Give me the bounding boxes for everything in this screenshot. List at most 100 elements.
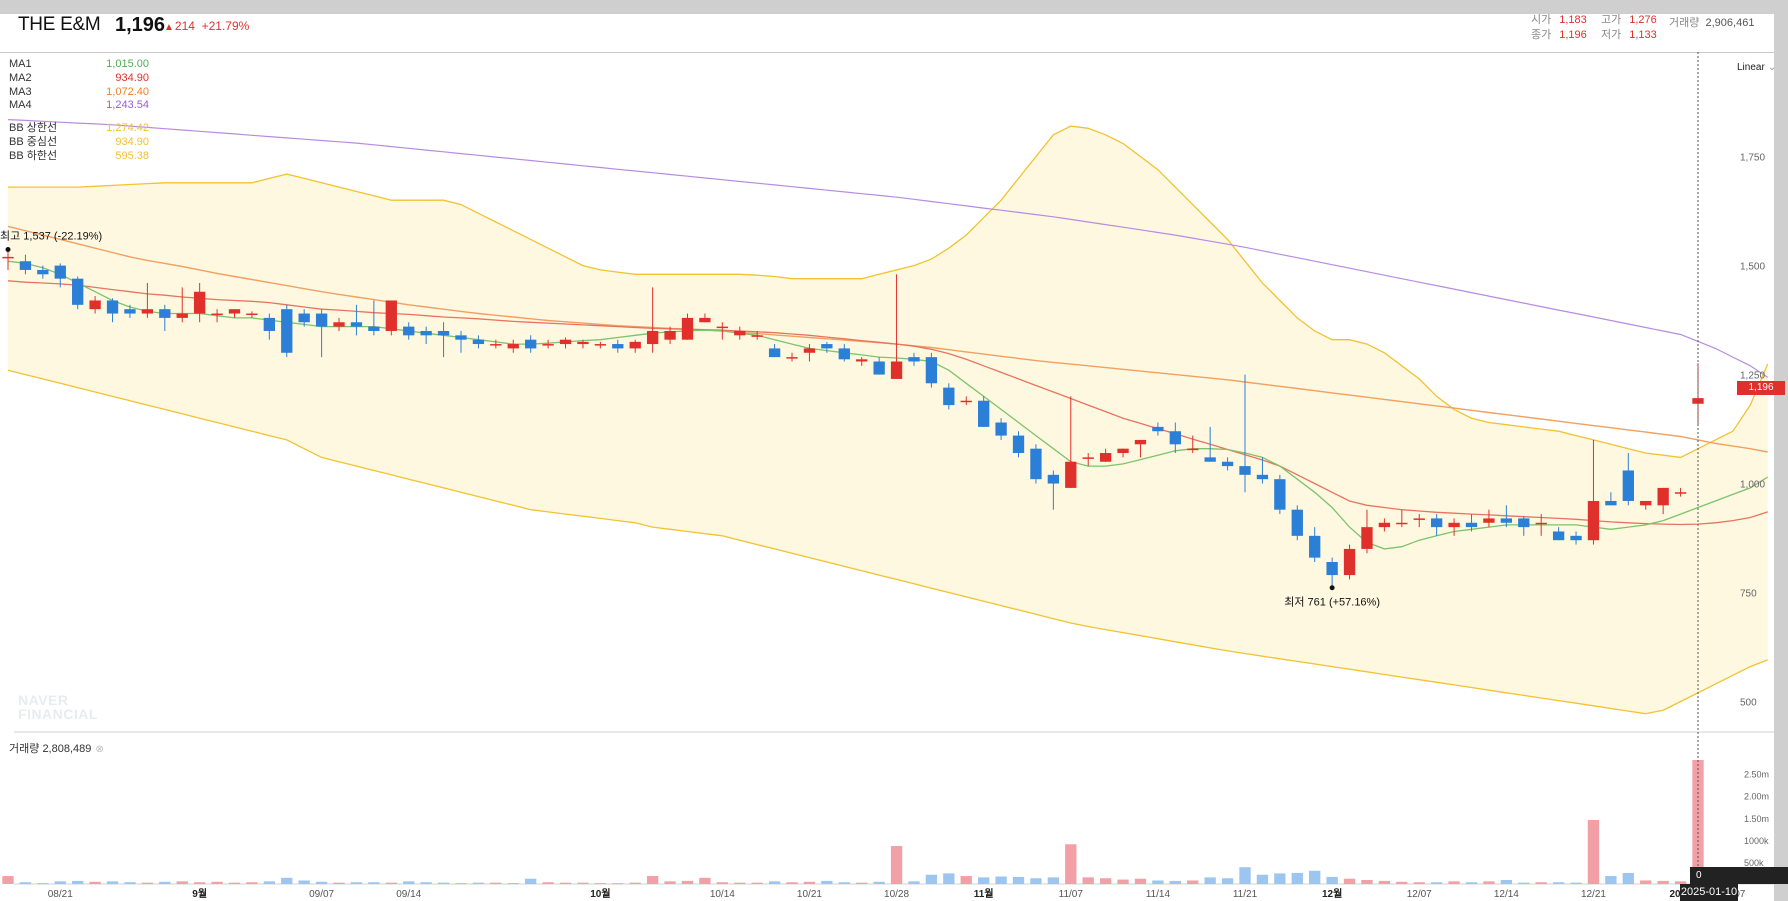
candle-body [89,300,101,310]
volume-bar [1518,882,1530,884]
candle-body [298,313,310,323]
x-tick-label: 10/21 [797,889,822,900]
candle-body [333,322,345,327]
volume-bar [978,877,990,884]
candle-body [403,326,415,336]
legend-value: 1,015.00 [106,58,149,70]
candle-body [577,341,589,345]
x-tick-label: 12/21 [1581,889,1606,900]
current-volume-tag: 0 [1690,867,1788,884]
candle-body [385,300,397,331]
volume-bar [1239,867,1251,884]
volume-tick-label: 1000k [1744,836,1769,846]
candle-body [1030,448,1042,480]
candle-body [978,400,990,427]
candle-body [734,330,746,336]
candle-body [821,344,833,349]
volume-bar [1396,881,1408,884]
volume-bar [507,883,519,885]
legend-value: 934.90 [115,71,149,84]
volume-bar [1500,880,1513,884]
candle-body [54,265,66,279]
volume-bar [908,881,920,884]
legend-item: BB 중심선 934.90 [9,136,149,150]
candle-body [1570,535,1582,541]
volume-bar [1570,882,1582,884]
volume-bar [734,882,746,884]
volume-bar [403,881,415,884]
volume-bar [228,882,241,884]
volume-bar [263,881,276,884]
volume-bar [315,881,328,884]
volume-bar [856,882,868,884]
volume-bar [1117,879,1129,884]
candle-body [1065,461,1077,488]
candle-body [1343,548,1356,576]
current-price-tag: 1,196 [1737,381,1785,395]
candle-body [525,339,537,349]
candle-body [1587,500,1600,541]
volume-tick-label: 2.00m [1744,792,1769,802]
candle-body [1152,426,1164,432]
volume-bar [19,882,32,884]
candle-body [1465,522,1478,528]
candle-body [228,309,241,314]
volume-bar [246,882,258,884]
volume-bar [542,882,554,884]
volume-bar [1082,877,1094,884]
max-marker [5,246,11,252]
candle-body [1256,474,1269,480]
legend-label: BB 중심선 [9,135,58,148]
volume-bar [612,883,624,885]
volume-bar [960,876,972,884]
scale-mode-dropdown[interactable]: Linear ⌄ [1737,62,1776,73]
y-tick-label: 1,000 [1740,480,1765,491]
volume-bar [873,881,885,884]
volume-bar [437,882,450,884]
volume-bar [821,880,833,884]
volume-bar [176,881,188,884]
legend-label: BB 하한선 [9,149,58,162]
x-tick-label: 12/07 [1407,889,1432,900]
scale-mode-label: Linear [1737,62,1765,73]
volume-bar [786,882,798,884]
candle-body [1552,531,1565,541]
candle-body [856,359,868,362]
candle-body [263,317,276,331]
volume-bar [124,882,136,884]
volume-bar [943,873,955,884]
volume-bar [1448,881,1460,884]
y-tick-label: 1,750 [1740,153,1765,164]
candle-body [1309,535,1321,558]
volume-bar [1047,877,1060,884]
volume-bar [559,882,572,884]
candle-body [1274,479,1286,510]
close-icon[interactable]: ⊗ [95,744,103,755]
legend-item: BB 상한선 1,274.42 [9,122,149,136]
candle-body [751,335,763,337]
bb-band-fill [8,126,1768,714]
volume-bar [1413,882,1425,884]
candle-body [281,309,293,353]
volume-bar [368,882,380,884]
volume-bar [1361,880,1373,884]
candle-body [995,422,1007,436]
volume-tick-label: 1.50m [1744,814,1769,824]
candle-body [1674,492,1687,494]
volume-bar [1378,880,1391,884]
volume-bar [1622,872,1634,884]
volume-panel-value: 2,808,489 [42,743,92,755]
x-tick-label: 11/14 [1146,889,1171,900]
volume-bar [594,883,607,885]
candle-body [681,317,694,340]
candle-body [699,317,711,323]
volume-bar [646,876,659,884]
candle-body [943,387,955,406]
candle-body [768,348,781,358]
candle-body [1204,457,1216,462]
volume-bar [1012,876,1025,884]
indicator-legend: MA1 1,015.00 MA2 934.90 MA3 1,072.40 MA4 1,243.… [9,58,149,164]
candle-body [1012,435,1025,454]
volume-bar [577,882,589,884]
price-chart[interactable]: 5007501,0001,2501,5001,750500k1000k1.50m… [0,0,1788,901]
